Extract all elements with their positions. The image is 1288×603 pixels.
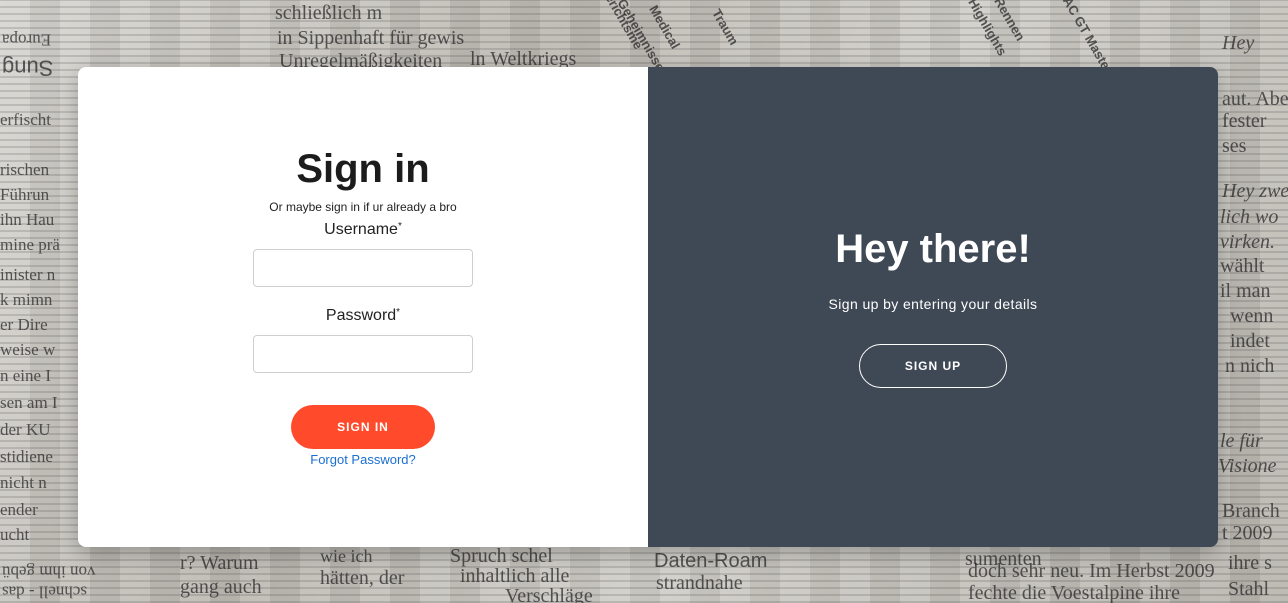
signin-panel: Sign in Or maybe sign in if ur already a… [78,67,648,547]
signup-button[interactable]: SIGN UP [859,344,1007,388]
bg-fragment: schließlich m [275,2,383,24]
bg-fragment: Europa [2,30,52,50]
bg-fragment: er Dire [0,315,48,334]
required-mark: * [396,307,401,318]
bg-fragment: lich wo [1220,206,1279,228]
bg-fragment: der KU [0,420,51,439]
bg-fragment: ihre s [1228,552,1272,574]
bg-fragment: il man [1220,280,1271,302]
bg-fragment: Verschläge [505,585,593,603]
bg-fragment: wie ich [320,546,373,566]
username-label: Username* [78,221,648,239]
username-input[interactable] [253,249,473,287]
bg-fragment: wählt [1220,255,1265,277]
bg-fragment: stidiene [0,447,53,466]
password-label-text: Password [325,307,397,324]
signup-subtitle: Sign up by entering your details [828,296,1038,312]
signup-title: Hey there! [835,227,1031,271]
bg-fragment: Stahl [1228,578,1270,600]
bg-fragment: ender [0,500,38,519]
signin-button[interactable]: SIGN IN [291,405,435,449]
forgot-password-link[interactable]: Forgot Password? [78,452,648,467]
bg-fragment: Hey zwei [1222,180,1288,202]
bg-fragment: rischen [0,160,50,179]
bg-fragment: nicht n [0,473,47,492]
bg-fragment: in Sippenhaft für gewis [277,27,465,49]
signin-subtitle: Or maybe sign in if ur already a bro [269,200,457,214]
bg-fragment: Führun [0,185,50,204]
bg-fragment: ucht [0,525,30,544]
bg-fragment: ses [1222,135,1247,157]
bg-fragment: k mimn [0,290,53,309]
bg-fragment: le für [1220,430,1263,452]
bg-fragment: hätten, der [320,567,405,589]
bg-fragment: n nich [1225,355,1275,377]
bg-fragment: wenn [1230,305,1274,327]
bg-fragment: doch sehr neu. Im Herbst 2009 [968,560,1215,582]
bg-fragment: Branch [1222,500,1280,522]
auth-card: Sign in Or maybe sign in if ur already a… [78,67,1218,547]
bg-fragment: aut. Abe [1222,88,1288,110]
bg-fragment: Daten-Roam [654,550,768,572]
bg-fragment: t 2009 [1222,522,1273,544]
bg-fragment: ihn Hau [0,210,55,229]
bg-fragment: fechte die Voestalpine ihre [968,582,1180,603]
bg-fragment: gang auch [180,576,262,598]
bg-fragment: inister n [0,265,56,284]
bg-fragment: sen am I [0,393,58,412]
bg-fragment: indet [1230,330,1270,352]
bg-fragment: Sung [2,55,54,81]
bg-fragment: strandnahe [656,572,743,594]
bg-fragment: von ihm gebü [2,562,96,582]
username-label-text: Username [324,221,398,238]
bg-fragment: fester [1222,110,1267,132]
bg-fragment: Visione [1218,455,1277,477]
bg-fragment: r? Warum [180,552,259,574]
bg-fragment: n eine I [0,366,51,385]
password-label: Password* [78,307,648,325]
bg-fragment: virken. [1220,231,1275,253]
bg-fragment: mine prä [0,235,60,254]
bg-fragment: schnell - das [2,582,87,602]
password-input[interactable] [253,335,473,373]
bg-fragment: ADAC GT Master [1050,0,1116,77]
required-mark: * [397,221,402,232]
signin-title: Sign in [296,147,430,191]
signup-panel: Hey there! Sign up by entering your deta… [648,67,1218,547]
bg-fragment: Traum [709,6,742,48]
bg-fragment: weise w [0,340,56,359]
bg-fragment: erfischt [0,110,51,129]
bg-fragment: Hey [1222,32,1255,54]
